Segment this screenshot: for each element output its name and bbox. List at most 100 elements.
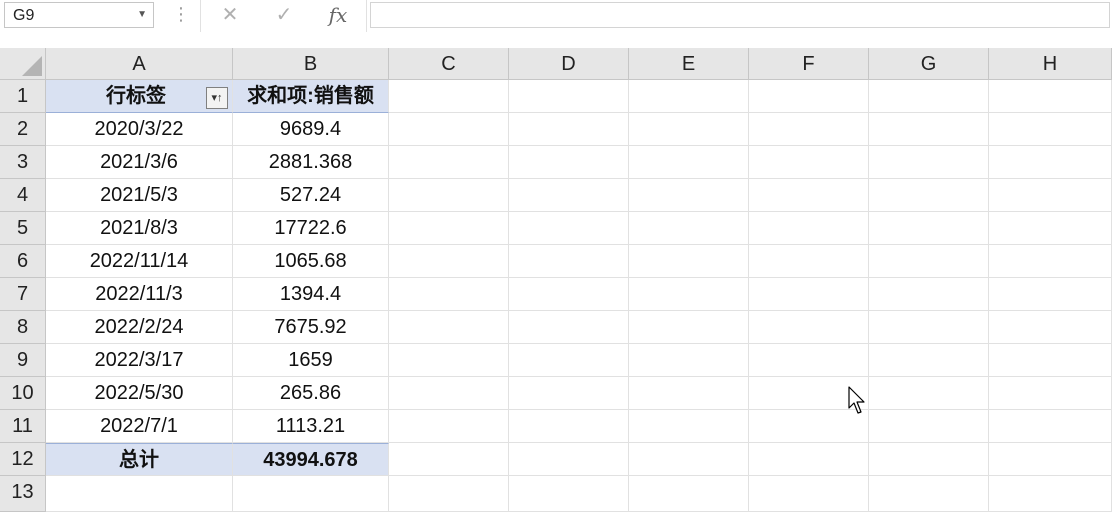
column-header-b[interactable]: B	[233, 48, 389, 80]
select-all-button[interactable]	[0, 48, 46, 80]
row-header-8[interactable]: 8	[0, 311, 46, 344]
row-header-6[interactable]: 6	[0, 245, 46, 278]
pivot-amount-cell[interactable]: 527.24	[233, 179, 389, 212]
grid-cell[interactable]	[869, 179, 989, 212]
column-header-c[interactable]: C	[389, 48, 509, 80]
pivot-date-cell[interactable]: 2021/3/6	[46, 146, 233, 179]
grid-cell[interactable]	[509, 146, 629, 179]
grid-cell[interactable]	[989, 344, 1112, 377]
grid-cell[interactable]	[509, 377, 629, 410]
grid-cell[interactable]	[989, 212, 1112, 245]
grid-cell[interactable]	[629, 278, 749, 311]
grid-cell[interactable]	[389, 212, 509, 245]
column-header-f[interactable]: F	[749, 48, 869, 80]
grid-cell[interactable]	[629, 344, 749, 377]
row-header-4[interactable]: 4	[0, 179, 46, 212]
grid-cell[interactable]	[509, 245, 629, 278]
grid-cell[interactable]	[989, 113, 1112, 146]
row-header-3[interactable]: 3	[0, 146, 46, 179]
pivot-date-cell[interactable]: 2022/7/1	[46, 410, 233, 443]
enter-icon[interactable]: ✓	[264, 2, 304, 28]
row-header-2[interactable]: 2	[0, 113, 46, 146]
grid-cell[interactable]	[509, 278, 629, 311]
grid-cell[interactable]	[869, 80, 989, 113]
grid-cell[interactable]	[389, 476, 509, 512]
pivot-total-label[interactable]: 总计	[46, 443, 233, 476]
insert-function-icon[interactable]: fx	[318, 2, 358, 28]
grid-cell[interactable]	[749, 80, 869, 113]
grid-cell[interactable]	[629, 179, 749, 212]
column-header-d[interactable]: D	[509, 48, 629, 80]
grid-cell[interactable]	[629, 311, 749, 344]
pivot-date-cell[interactable]: 2022/3/17	[46, 344, 233, 377]
pivot-date-cell[interactable]: 2022/2/24	[46, 311, 233, 344]
grid-cell[interactable]	[869, 476, 989, 512]
pivot-date-cell[interactable]: 2021/5/3	[46, 179, 233, 212]
pivot-amount-cell[interactable]: 1394.4	[233, 278, 389, 311]
grid-cell[interactable]	[389, 278, 509, 311]
pivot-amount-cell[interactable]: 2881.368	[233, 146, 389, 179]
grid-cell[interactable]	[869, 278, 989, 311]
pivot-total-amount[interactable]: 43994.678	[233, 443, 389, 476]
column-header-g[interactable]: G	[869, 48, 989, 80]
pivot-amount-cell[interactable]: 9689.4	[233, 113, 389, 146]
pivot-amount-cell[interactable]: 1113.21	[233, 410, 389, 443]
grid-cell[interactable]	[629, 113, 749, 146]
grid-cell[interactable]	[389, 443, 509, 476]
grid-cell[interactable]	[389, 311, 509, 344]
column-header-e[interactable]: E	[629, 48, 749, 80]
grid-cell[interactable]	[389, 245, 509, 278]
grid-cell[interactable]	[389, 410, 509, 443]
grid-cell[interactable]	[869, 377, 989, 410]
grid-cell[interactable]	[749, 476, 869, 512]
grid-cell[interactable]	[869, 410, 989, 443]
grid-cell[interactable]	[869, 443, 989, 476]
pivot-row-label-header[interactable]: 行标签	[46, 80, 233, 113]
column-header-h[interactable]: H	[989, 48, 1112, 80]
row-header-13[interactable]: 13	[0, 476, 46, 512]
grid-cell[interactable]	[749, 278, 869, 311]
grid-cell[interactable]	[629, 245, 749, 278]
grid-cell[interactable]	[629, 476, 749, 512]
grid-cell[interactable]	[749, 179, 869, 212]
row-header-7[interactable]: 7	[0, 278, 46, 311]
pivot-date-cell[interactable]: 2022/11/3	[46, 278, 233, 311]
grid-cell[interactable]	[749, 146, 869, 179]
grid-cell[interactable]	[389, 113, 509, 146]
grid-cell[interactable]	[509, 344, 629, 377]
grid-cell[interactable]	[509, 410, 629, 443]
grid-cell[interactable]	[869, 344, 989, 377]
grid-cell[interactable]	[869, 113, 989, 146]
grid-cell[interactable]	[989, 245, 1112, 278]
grid-cell[interactable]	[749, 212, 869, 245]
grid-cell[interactable]	[629, 80, 749, 113]
grid-cell[interactable]	[629, 410, 749, 443]
row-header-5[interactable]: 5	[0, 212, 46, 245]
pivot-date-cell[interactable]: 2021/8/3	[46, 212, 233, 245]
grid-cell[interactable]	[869, 212, 989, 245]
grid-cell[interactable]	[389, 146, 509, 179]
grid-cell[interactable]	[389, 179, 509, 212]
grid-cell[interactable]	[749, 443, 869, 476]
grid-cell[interactable]	[629, 377, 749, 410]
row-header-9[interactable]: 9	[0, 344, 46, 377]
grid-cell[interactable]	[989, 146, 1112, 179]
row-header-11[interactable]: 11	[0, 410, 46, 443]
grid-cell[interactable]	[629, 443, 749, 476]
grid-cell[interactable]	[989, 410, 1112, 443]
grid-cell[interactable]	[233, 476, 389, 512]
grid-cell[interactable]	[989, 278, 1112, 311]
grid-cell[interactable]	[629, 212, 749, 245]
grid-cell[interactable]	[509, 311, 629, 344]
cancel-icon[interactable]: ✕	[210, 2, 250, 28]
grid-cell[interactable]	[989, 377, 1112, 410]
grid-cell[interactable]	[869, 146, 989, 179]
grid-cell[interactable]	[869, 245, 989, 278]
pivot-amount-cell[interactable]: 7675.92	[233, 311, 389, 344]
row-header-12[interactable]: 12	[0, 443, 46, 476]
grid-cell[interactable]	[629, 146, 749, 179]
grid-cell[interactable]	[869, 311, 989, 344]
grid-cell[interactable]	[749, 344, 869, 377]
pivot-amount-cell[interactable]: 265.86	[233, 377, 389, 410]
grid-cell[interactable]	[46, 476, 233, 512]
